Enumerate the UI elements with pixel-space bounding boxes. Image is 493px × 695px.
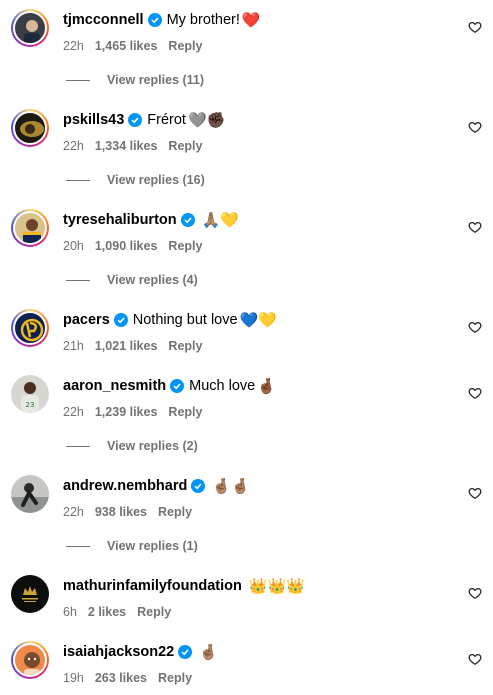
comment-emoji: 🩶✊🏿 (187, 111, 226, 129)
timestamp: 22h (63, 139, 84, 153)
avatar[interactable] (11, 641, 49, 679)
view-replies-button[interactable]: View replies (1) (66, 538, 198, 554)
likes-count[interactable]: 1,334 likes (95, 139, 158, 153)
timestamp: 6h (63, 605, 77, 619)
comment-emoji: 🙏🏽💛 (201, 211, 239, 229)
view-replies-label: View replies (2) (107, 439, 198, 453)
avatar[interactable] (11, 109, 49, 147)
comment-header: tjmcconnell My brother! ❤️ (63, 10, 261, 30)
avatar[interactable] (11, 309, 49, 347)
view-replies-label: View replies (4) (107, 273, 198, 287)
like-heart-icon[interactable] (468, 386, 482, 400)
username[interactable]: pskills43 (63, 112, 124, 128)
view-replies-button[interactable]: View replies (16) (66, 172, 205, 188)
username[interactable]: aaron_nesmith (63, 378, 166, 394)
likes-count[interactable]: 1,090 likes (95, 239, 158, 253)
username[interactable]: pacers (63, 312, 110, 328)
username[interactable]: andrew.nembhard (63, 478, 187, 494)
view-replies-label: View replies (11) (107, 73, 205, 87)
avatar[interactable]: 23 (11, 375, 49, 413)
reply-button[interactable]: Reply (168, 139, 202, 153)
timestamp: 19h (63, 671, 84, 685)
comment-text: Frérot (147, 112, 186, 128)
likes-count[interactable]: 1,239 likes (95, 405, 158, 419)
likes-count[interactable]: 938 likes (95, 505, 147, 519)
comment-meta: 21h 1,021 likes Reply (63, 338, 213, 354)
reply-button[interactable]: Reply (168, 39, 202, 53)
verified-badge-icon (191, 479, 206, 493)
comment-header: tyresehaliburton 🙏🏽💛 (63, 210, 239, 230)
divider-dash (66, 279, 90, 281)
comment-meta: 19h 263 likes Reply (63, 670, 203, 686)
comment-emoji: 🤞🏽 (199, 643, 218, 661)
comment-header: mathurinfamilyfoundation 👑👑👑 (63, 576, 305, 596)
comment-header: isaiahjackson22 🤞🏽 (63, 642, 218, 662)
comment-text: Nothing but love (132, 312, 238, 328)
like-heart-icon[interactable] (468, 486, 482, 500)
divider-dash (66, 545, 90, 547)
view-replies-button[interactable]: View replies (2) (66, 438, 198, 454)
username[interactable]: isaiahjackson22 (63, 644, 174, 660)
reply-button[interactable]: Reply (168, 339, 202, 353)
verified-badge-icon (128, 113, 143, 127)
comment-meta: 22h 1,465 likes Reply (63, 38, 213, 54)
avatar[interactable] (11, 575, 49, 613)
comment-header: pacers Nothing but love 💙💛 (63, 310, 277, 330)
comment-meta: 22h 1,239 likes Reply (63, 404, 213, 420)
likes-count[interactable]: 2 likes (88, 605, 126, 619)
comment-emoji: 💙💛 (239, 311, 277, 329)
verified-badge-icon (178, 645, 193, 659)
like-heart-icon[interactable] (468, 320, 482, 334)
comment-meta: 22h 938 likes Reply (63, 504, 203, 520)
divider-dash (66, 179, 90, 181)
likes-count[interactable]: 263 likes (95, 671, 147, 685)
comment-meta: 6h 2 likes Reply (63, 604, 182, 620)
reply-button[interactable]: Reply (158, 671, 192, 685)
divider-dash (66, 445, 90, 447)
comment-text: My brother! (166, 12, 240, 28)
comment-text: Much love (189, 378, 256, 394)
avatar[interactable] (11, 475, 49, 513)
comment-meta: 22h 1,334 likes Reply (63, 138, 213, 154)
username[interactable]: tyresehaliburton (63, 212, 177, 228)
likes-count[interactable]: 1,021 likes (95, 339, 158, 353)
verified-badge-icon (113, 313, 128, 327)
view-replies-label: View replies (16) (107, 173, 205, 187)
svg-text:23: 23 (26, 401, 35, 409)
comment-emoji: ❤️ (241, 11, 261, 29)
like-heart-icon[interactable] (468, 586, 482, 600)
like-heart-icon[interactable] (468, 220, 482, 234)
verified-badge-icon (180, 213, 195, 227)
comment-emoji: 🤞🏾 (257, 377, 276, 395)
view-replies-button[interactable]: View replies (4) (66, 272, 198, 288)
timestamp: 22h (63, 39, 84, 53)
view-replies-label: View replies (1) (107, 539, 198, 553)
comment-header: aaron_nesmith Much love 🤞🏾 (63, 376, 276, 396)
comment-meta: 20h 1,090 likes Reply (63, 238, 213, 254)
reply-button[interactable]: Reply (158, 505, 192, 519)
comment-emoji: 👑👑👑 (248, 577, 305, 595)
reply-button[interactable]: Reply (137, 605, 171, 619)
comment-emoji: 🤞🏽🤞🏽 (212, 477, 250, 495)
timestamp: 22h (63, 505, 84, 519)
reply-button[interactable]: Reply (168, 239, 202, 253)
timestamp: 20h (63, 239, 84, 253)
likes-count[interactable]: 1,465 likes (95, 39, 158, 53)
verified-badge-icon (147, 13, 162, 27)
reply-button[interactable]: Reply (168, 405, 202, 419)
username[interactable]: tjmcconnell (63, 12, 144, 28)
comment-header: pskills43 Frérot 🩶✊🏿 (63, 110, 225, 130)
timestamp: 21h (63, 339, 84, 353)
comment-header: andrew.nembhard 🤞🏽🤞🏽 (63, 476, 250, 496)
view-replies-button[interactable]: View replies (11) (66, 72, 204, 88)
avatar[interactable] (11, 209, 49, 247)
like-heart-icon[interactable] (468, 652, 482, 666)
like-heart-icon[interactable] (468, 20, 482, 34)
divider-dash (66, 79, 90, 81)
username[interactable]: mathurinfamilyfoundation (63, 578, 242, 594)
avatar[interactable] (11, 9, 49, 47)
like-heart-icon[interactable] (468, 120, 482, 134)
verified-badge-icon (170, 379, 185, 393)
timestamp: 22h (63, 405, 84, 419)
